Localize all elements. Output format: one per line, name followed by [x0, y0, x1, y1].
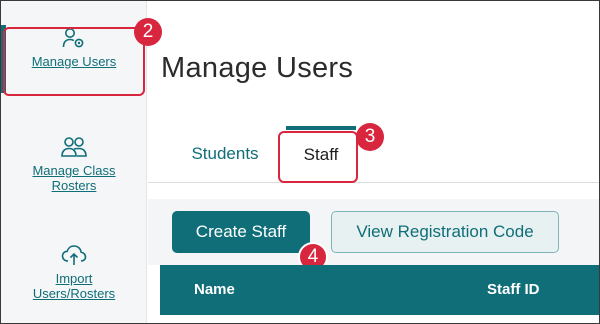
- sidebar-item-label: Import Users/Rosters: [32, 271, 116, 301]
- sidebar-item-import-users-rosters[interactable]: Import Users/Rosters: [1, 244, 147, 301]
- callout-highlight-staff-tab: [278, 131, 358, 183]
- callout-badge: 2: [134, 18, 162, 46]
- table-header: Name Staff ID: [160, 265, 599, 315]
- users-icon: [61, 137, 87, 157]
- callout-badge: 3: [356, 123, 384, 151]
- sidebar-item-label: Manage Class Rosters: [32, 163, 116, 193]
- tab-students[interactable]: Students: [185, 126, 265, 182]
- callout-highlight-manage-users: [3, 27, 145, 96]
- column-header-staff-id[interactable]: Staff ID: [487, 265, 540, 315]
- view-registration-code-button[interactable]: View Registration Code: [331, 211, 559, 253]
- page-title: Manage Users: [161, 52, 354, 84]
- toolbar: Create Staff View Registration Code: [148, 199, 599, 265]
- column-header-name[interactable]: Name: [194, 265, 235, 315]
- create-staff-button[interactable]: Create Staff: [172, 211, 310, 253]
- app-frame: Manage Users Manage Class Rosters Import…: [0, 0, 600, 324]
- cloud-upload-icon: [61, 245, 87, 265]
- sidebar-item-manage-class-rosters[interactable]: Manage Class Rosters: [1, 136, 147, 193]
